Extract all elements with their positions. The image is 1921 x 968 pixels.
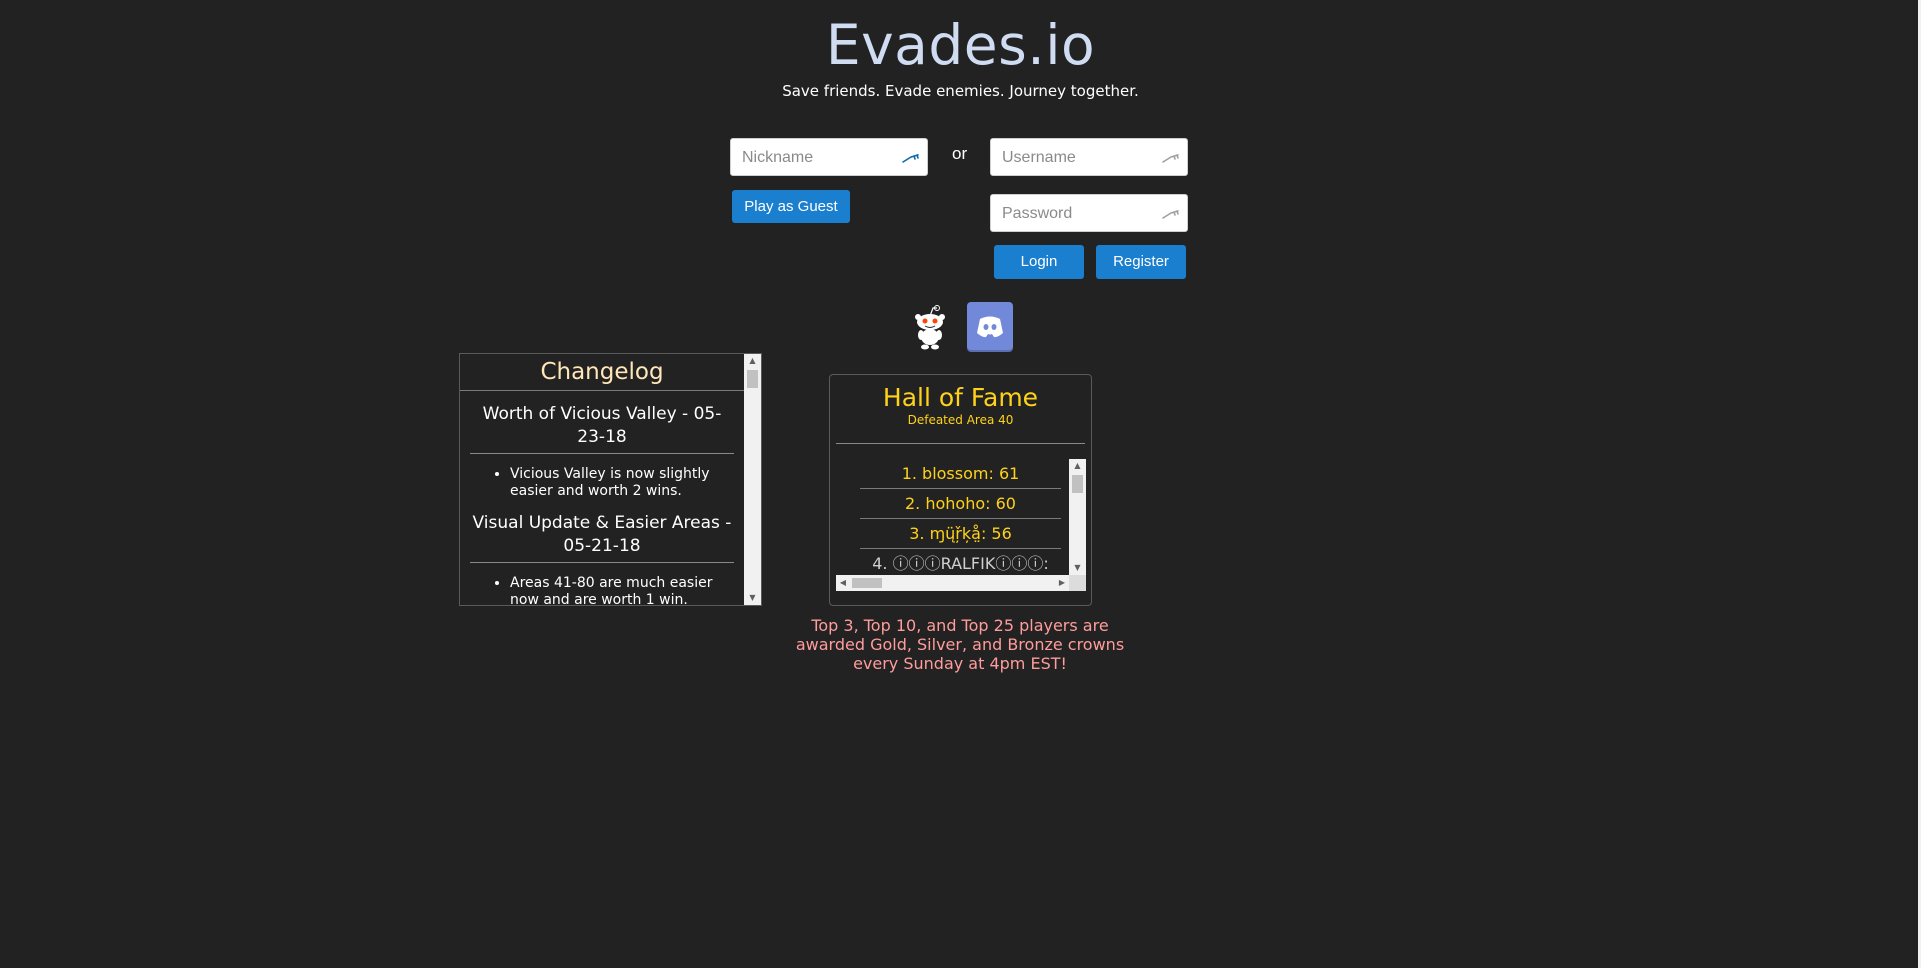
changelog-entry-list: Areas 41-80 are much easier now and are … bbox=[460, 575, 744, 605]
changelog-title: Changelog bbox=[460, 354, 744, 391]
scrollbar-corner bbox=[1069, 575, 1086, 591]
hall-of-fame-horizontal-scrollbar[interactable]: ◀ ▶ bbox=[836, 575, 1069, 591]
scroll-up-arrow-icon[interactable]: ▲ bbox=[744, 354, 761, 368]
play-as-guest-button[interactable]: Play as Guest bbox=[732, 190, 850, 223]
autofill-key-icon[interactable] bbox=[901, 151, 921, 165]
crowns-announcement: Top 3, Top 10, and Top 25 players are aw… bbox=[795, 616, 1125, 673]
hall-of-fame-vertical-scrollbar[interactable]: ▲ ▼ bbox=[1069, 459, 1086, 575]
scrollbar-thumb[interactable] bbox=[747, 370, 758, 388]
register-button[interactable]: Register bbox=[1096, 245, 1186, 279]
scrollbar-thumb[interactable] bbox=[852, 578, 882, 588]
leaderboard-row: 2. hohoho: 60 bbox=[860, 489, 1061, 519]
scroll-up-arrow-icon[interactable]: ▲ bbox=[1069, 459, 1086, 473]
leaderboard-row: 1. blossom: 61 bbox=[860, 459, 1061, 489]
login-button[interactable]: Login bbox=[994, 245, 1084, 279]
password-input[interactable] bbox=[1000, 203, 1164, 225]
hall-of-fame-subtitle: Defeated Area 40 bbox=[907, 413, 1014, 427]
tagline: Save friends. Evade enemies. Journey tog… bbox=[782, 82, 1139, 100]
scrollbar-thumb[interactable] bbox=[1072, 475, 1083, 493]
scroll-left-arrow-icon[interactable]: ◀ bbox=[836, 575, 850, 591]
changelog-entry-heading: Visual Update & Easier Areas - 05-21-18 bbox=[470, 500, 734, 563]
changelog-entry-heading: Worth of Vicious Valley - 05-23-18 bbox=[470, 391, 734, 454]
scroll-down-arrow-icon[interactable]: ▼ bbox=[1069, 561, 1086, 575]
username-input[interactable] bbox=[1000, 147, 1164, 169]
discord-icon[interactable] bbox=[967, 302, 1013, 350]
hall-of-fame-list[interactable]: 1. blossom: 61 2. hohoho: 60 3. ɱų̈ŗ̌ķå̤… bbox=[836, 459, 1069, 575]
scroll-down-arrow-icon[interactable]: ▼ bbox=[744, 591, 761, 605]
scroll-right-arrow-icon[interactable]: ▶ bbox=[1055, 575, 1069, 591]
username-field[interactable] bbox=[990, 138, 1188, 176]
nickname-input[interactable] bbox=[740, 147, 904, 169]
page-title: Evades.io bbox=[825, 13, 1096, 77]
changelog-entry-list: Vicious Valley is now slightly easier an… bbox=[460, 466, 744, 500]
password-field[interactable] bbox=[990, 194, 1188, 232]
changelog-panel[interactable]: Changelog Worth of Vicious Valley - 05-2… bbox=[459, 353, 762, 606]
list-item: Areas 41-80 are much easier now and are … bbox=[510, 575, 726, 605]
nickname-field[interactable] bbox=[730, 138, 928, 176]
hall-of-fame-title: Hall of Fame bbox=[882, 383, 1039, 412]
autofill-key-icon[interactable] bbox=[1161, 207, 1181, 221]
list-item: Vicious Valley is now slightly easier an… bbox=[510, 466, 726, 500]
autofill-key-icon[interactable] bbox=[1161, 151, 1181, 165]
divider bbox=[836, 443, 1085, 444]
leaderboard-row: 3. ɱų̈ŗ̌ķå̤: 56 bbox=[860, 519, 1061, 549]
changelog-content: Changelog Worth of Vicious Valley - 05-2… bbox=[460, 354, 744, 605]
reddit-icon[interactable] bbox=[912, 302, 948, 350]
changelog-scrollbar[interactable]: ▲ ▼ bbox=[744, 354, 761, 605]
leaderboard-row: 4. ⓘⓘⓘRALFIKⓘⓘⓘ: 47 bbox=[860, 549, 1061, 575]
hall-of-fame-panel: Hall of Fame Defeated Area 40 1. blossom… bbox=[829, 374, 1092, 606]
or-separator: or bbox=[952, 144, 968, 163]
